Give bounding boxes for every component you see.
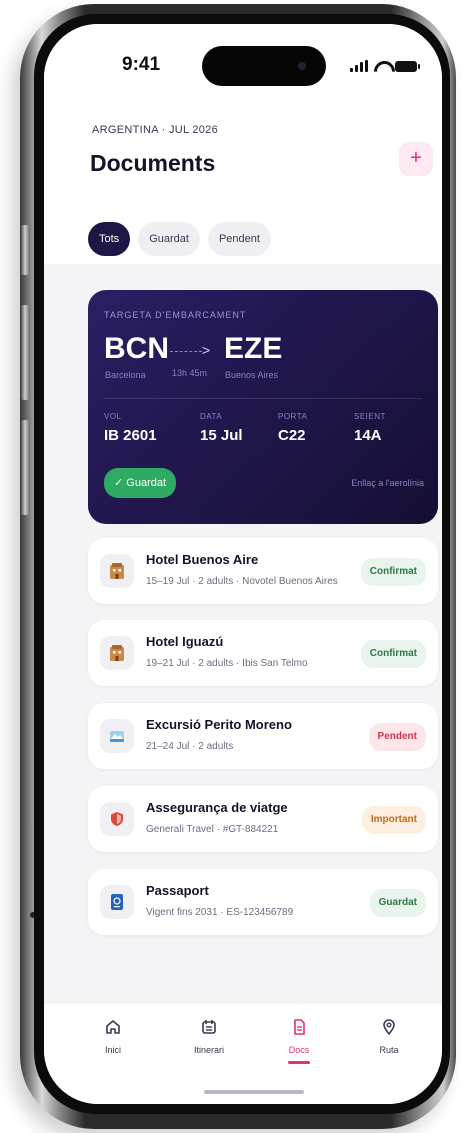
filter-chip-all[interactable]: Tots bbox=[88, 222, 131, 256]
map-pin-icon bbox=[383, 1019, 395, 1035]
date-value: 15 Jul bbox=[200, 427, 243, 444]
tab-label: Docs bbox=[288, 1045, 310, 1055]
boarding-pass-label: TARGETA D'EMBARCAMENT bbox=[104, 310, 247, 320]
date-label: DATA bbox=[200, 412, 223, 421]
tab-label: Ruta bbox=[379, 1045, 399, 1055]
status-badge: Confirmat bbox=[360, 640, 426, 668]
status-badge: Guardat bbox=[369, 889, 426, 917]
document-card[interactable]: Excursió Perito Moreno 21–24 Jul · 2 adu… bbox=[88, 703, 438, 769]
battery-icon bbox=[395, 60, 420, 72]
calendar-icon bbox=[202, 1020, 216, 1034]
document-title: Excursió Perito Moreno bbox=[146, 717, 292, 732]
page-title: Documents bbox=[90, 150, 216, 176]
volume-up-button bbox=[20, 305, 30, 400]
active-tab-indicator bbox=[288, 1061, 310, 1064]
destination-code: EZE bbox=[224, 332, 283, 365]
document-card[interactable]: Hotel Buenos Aire 15–19 Jul · 2 adults ·… bbox=[88, 538, 438, 604]
filter-chips: Tots Guardat Pendent bbox=[88, 222, 271, 256]
status-badge: Important bbox=[361, 806, 426, 834]
bottom-tab-bar: Inici Itinerari Docs Ruta bbox=[44, 1004, 442, 1104]
document-title: Hotel Iguazú bbox=[146, 634, 224, 649]
airline-link[interactable]: Enllaç a l'aerolínia bbox=[351, 478, 424, 488]
pass-divider bbox=[104, 398, 422, 399]
cellular-signal-icon bbox=[350, 60, 368, 72]
tab-route[interactable]: Ruta bbox=[354, 1018, 424, 1055]
volume-down-button bbox=[20, 420, 30, 515]
saved-status-pill[interactable]: ✓ Guardat bbox=[104, 468, 177, 498]
document-subtitle: Vigent fins 2031 · ES-123456789 bbox=[146, 907, 294, 918]
document-title: Hotel Buenos Aire bbox=[146, 552, 259, 567]
flight-route-arrow-icon: > bbox=[170, 342, 210, 358]
document-icon bbox=[294, 1019, 305, 1035]
home-icon bbox=[106, 1020, 120, 1034]
action-button bbox=[20, 225, 30, 275]
seat-label: SEIENT bbox=[354, 412, 386, 421]
status-badge: Pendent bbox=[368, 723, 426, 751]
hotel-icon bbox=[100, 554, 134, 588]
document-subtitle: 15–19 Jul · 2 adults · Novotel Buenos Ai… bbox=[146, 576, 338, 587]
gate-field: PORTA C22 bbox=[278, 412, 307, 444]
tab-home[interactable]: Inici bbox=[78, 1018, 148, 1055]
app-screen: 9:41 ARGENTINA · JUL 2026 Documents + To… bbox=[44, 24, 442, 1104]
document-subtitle: 19–21 Jul · 2 adults · Ibis San Telmo bbox=[146, 658, 308, 669]
boarding-pass-card[interactable]: TARGETA D'EMBARCAMENT BCN Barcelona > 13… bbox=[88, 290, 438, 524]
tab-docs[interactable]: Docs bbox=[264, 1018, 334, 1064]
flight-value: IB 2601 bbox=[104, 427, 157, 444]
seat-field: SEIENT 14A bbox=[354, 412, 386, 444]
flight-field: VOL IB 2601 bbox=[104, 412, 157, 444]
passport-icon bbox=[100, 885, 134, 919]
flight-label: VOL bbox=[104, 412, 122, 421]
trip-subtitle: ARGENTINA · JUL 2026 bbox=[92, 124, 219, 136]
document-subtitle: 21–24 Jul · 2 adults bbox=[146, 741, 234, 752]
add-document-button[interactable]: + bbox=[399, 142, 433, 176]
filter-chip-pending[interactable]: Pendent bbox=[207, 222, 271, 256]
document-card[interactable]: Passaport Vigent fins 2031 · ES-12345678… bbox=[88, 869, 438, 935]
status-badge: Confirmat bbox=[360, 558, 426, 586]
origin-code: BCN bbox=[104, 332, 169, 365]
tab-itinerary[interactable]: Itinerari bbox=[174, 1018, 244, 1055]
document-subtitle: Generali Travel · #GT-884221 bbox=[146, 824, 279, 835]
page-header: ARGENTINA · JUL 2026 Documents + Tots Gu… bbox=[44, 114, 442, 264]
document-title: Assegurança de viatge bbox=[146, 800, 288, 815]
filter-chip-saved[interactable]: Guardat bbox=[138, 222, 200, 256]
seat-value: 14A bbox=[354, 427, 382, 444]
tab-label: Itinerari bbox=[193, 1045, 224, 1055]
status-bar: 9:41 bbox=[44, 24, 442, 114]
date-field: DATA 15 Jul bbox=[200, 412, 243, 444]
camera-icon bbox=[298, 62, 306, 70]
shield-icon bbox=[100, 802, 134, 836]
gate-label: PORTA bbox=[278, 412, 308, 421]
origin-city: Barcelona bbox=[105, 370, 146, 380]
document-card[interactable]: Hotel Iguazú 19–21 Jul · 2 adults · Ibis… bbox=[88, 620, 438, 686]
flight-duration: 13h 45m bbox=[172, 368, 208, 378]
status-icons bbox=[350, 60, 420, 72]
status-time: 9:41 bbox=[122, 54, 161, 75]
dynamic-island bbox=[202, 46, 326, 86]
document-card[interactable]: Assegurança de viatge Generali Travel · … bbox=[88, 786, 438, 852]
glacier-icon bbox=[100, 719, 134, 753]
destination-city: Buenos Aires bbox=[225, 370, 279, 380]
wifi-icon bbox=[374, 61, 389, 72]
home-indicator[interactable] bbox=[204, 1090, 304, 1094]
gate-value: C22 bbox=[278, 427, 306, 444]
hotel-icon bbox=[100, 636, 134, 670]
document-title: Passaport bbox=[146, 883, 209, 898]
tab-label: Inici bbox=[104, 1045, 121, 1055]
